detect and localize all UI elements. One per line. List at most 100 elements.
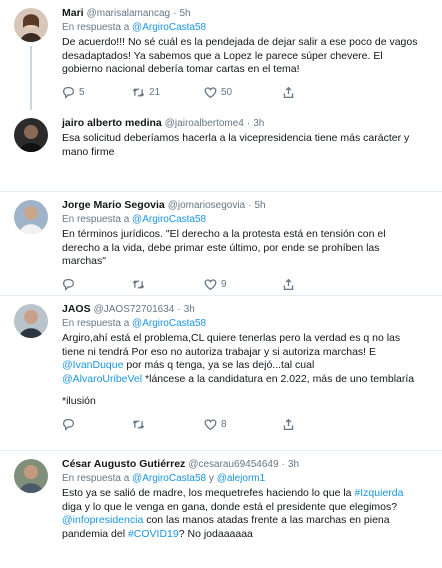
separator-dot: · [246,118,251,129]
reply-button[interactable] [62,278,132,291]
mention-link[interactable]: @IvanDuque [62,359,123,371]
reply-mention[interactable]: @alejorm1 [217,473,266,484]
like-count: 9 [221,279,227,290]
tweet[interactable]: jairo alberto medina @jairoalbertome4 · … [0,110,442,192]
text-line: tiene ni tendrá Por eso no autoriza trab… [62,345,376,358]
reply-button[interactable]: 5 [62,86,132,99]
avatar[interactable] [14,459,48,493]
text-segment: con las manos atadas frente a las marcha… [143,514,390,526]
reply-and: y [208,473,214,484]
author-handle[interactable]: @jomariosegovia [168,199,245,213]
reply-mention[interactable]: @ArgiroCasta58 [132,318,206,329]
text-segment: Esto ya se salió de madre, los mequetref… [62,487,355,499]
timestamp[interactable]: 3h [288,458,299,472]
like-button[interactable]: 8 [204,418,282,431]
text-segment: por más q tenga, ya se las dejó...tal cu… [123,359,315,371]
hashtag-link[interactable]: #COVID19 [128,528,179,540]
text-line: Esa solicitud deberíamos hacerla a la vi… [62,132,410,144]
text-line: @infopresidencia con las manos atadas fr… [62,514,430,528]
author-handle[interactable]: @jairoalbertome4 [165,117,244,131]
tweet[interactable]: Jorge Mario Segovia @jomariosegovia · 5h… [0,192,442,296]
retweet-button[interactable]: 21 [132,86,204,99]
text-segment: ? No jodaaaaaa [178,527,253,540]
text-line: Argiro,ahí está el problema,CL quiere te… [62,332,401,344]
mention-link[interactable]: @infopresidencia [62,514,143,526]
like-count: 8 [221,419,227,430]
tweet-text: Esto ya se salió de madre, los mequetref… [62,487,430,541]
share-button[interactable] [282,86,295,99]
retweet-icon [132,420,145,429]
separator-dot: · [177,304,181,315]
tweet-text: En términos jurídicos. "El derecho a la … [62,228,430,269]
heart-icon [204,419,217,431]
tweet[interactable]: César Augusto Gutiérrez @cesarau69454649… [0,451,442,568]
like-button[interactable]: 9 [204,278,282,291]
timestamp[interactable]: 3h [184,303,195,317]
share-icon [283,86,294,99]
text-line: @IvanDuque por más q tenga, ya se las de… [62,359,430,373]
avatar[interactable] [14,118,48,152]
like-count: 50 [221,87,233,98]
text-segment: *láncese a la candidatura en 2.022, más … [142,372,415,385]
text-line: Esto ya se salió de madre, los mequetref… [62,487,430,501]
tweet[interactable]: Mari @marisalamancag · 5h En respuesta a… [0,0,442,110]
text-line: @AlvaroUribeVel *láncese a la candidatur… [62,373,430,387]
retweet-button[interactable] [132,418,204,431]
heart-icon [204,279,217,291]
avatar[interactable] [14,200,48,234]
replies-feed: Mari @marisalamancag · 5h En respuesta a… [0,0,442,568]
reply-icon [62,278,75,291]
tweet-text: De acuerdo!!! No sé cuál es la pendejada… [62,36,430,77]
separator-dot: · [248,200,252,211]
tweet[interactable]: JAOS @JAOS72701634 · 3h En respuesta a @… [0,296,442,451]
thread-line [30,46,32,110]
share-button[interactable] [282,418,295,431]
author-name[interactable]: Jorge Mario Segovia [62,198,165,212]
reply-icon [62,86,75,99]
like-button[interactable]: 50 [204,86,282,99]
author-handle[interactable]: @marisalamancag [87,7,171,21]
reply-mention[interactable]: @ArgiroCasta58 [132,473,206,484]
author-handle[interactable]: @cesarau69454649 [188,458,278,472]
text-line: pandemia del #COVID19? No jodaaaaaa [62,528,430,542]
retweet-button[interactable] [132,278,204,291]
reply-prefix: En respuesta a [62,22,130,33]
author-name[interactable]: Mari [62,6,84,20]
reply-context: En respuesta a @ArgiroCasta58 y @alejorm… [62,472,430,486]
reply-button[interactable] [62,418,132,431]
separator-dot: · [173,8,177,19]
author-handle[interactable]: @JAOS72701634 [94,303,175,317]
reply-prefix: En respuesta a [62,473,130,484]
reply-mention[interactable]: @ArgiroCasta58 [132,214,206,225]
hashtag-link[interactable]: #Izquierda [354,487,403,499]
reply-mention[interactable]: @ArgiroCasta58 [132,22,206,33]
tweet-text: Esa solicitud deberíamos hacerla a la vi… [62,132,430,159]
avatar[interactable] [14,304,48,338]
retweet-icon [132,280,145,289]
text-line: derecho a la vida, debe primar este últi… [62,241,380,254]
tweet-actions: 9 [62,273,430,297]
reply-prefix: En respuesta a [62,214,130,225]
text-line: marchas" [62,255,106,267]
heart-icon [204,87,217,99]
author-name[interactable]: JAOS [62,302,91,316]
mention-link[interactable]: @AlvaroUribeVel [62,373,142,385]
timestamp[interactable]: 5h [179,7,190,21]
timestamp[interactable]: 5h [254,199,265,213]
author-name[interactable]: César Augusto Gutiérrez [62,457,185,471]
author-name[interactable]: jairo alberto medina [62,116,162,130]
text-line: diga y lo que le venga en gana, donde es… [62,500,398,513]
text-line: De acuerdo!!! No sé cuál es la pendejada… [62,36,418,48]
text-segment: pandemia del [62,527,128,540]
retweet-count: 21 [149,87,161,98]
reply-count: 5 [79,87,85,98]
tweet-actions: 5 21 50 [62,81,430,105]
separator-dot: · [281,459,285,470]
share-button[interactable] [282,278,295,291]
avatar[interactable] [14,8,48,42]
text-line: En términos jurídicos. "El derecho a la … [62,228,386,240]
share-icon [283,418,294,431]
tweet-text: Argiro,ahí está el problema,CL quiere te… [62,332,430,409]
timestamp[interactable]: 3h [253,117,264,131]
text-line: *ilusión [62,395,96,407]
